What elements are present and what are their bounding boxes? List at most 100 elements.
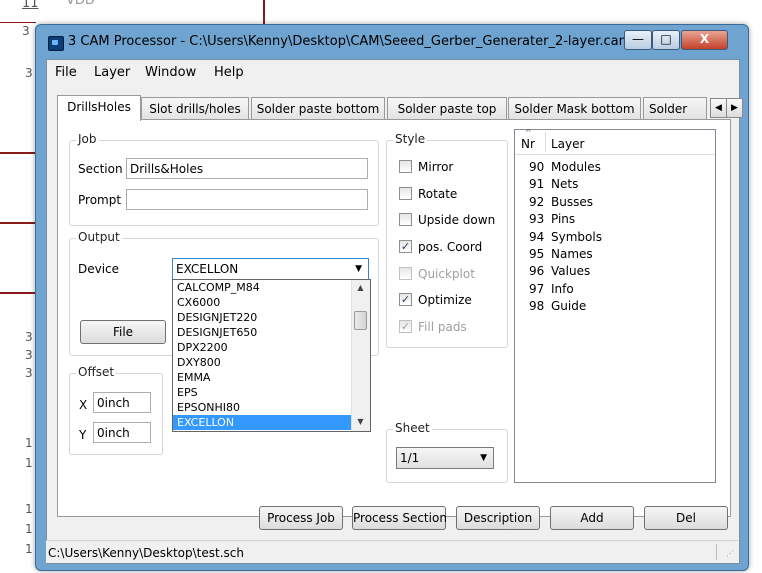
chevron-down-icon: ▼ [480,453,487,463]
device-option[interactable]: EPS [173,385,351,400]
menu-layer[interactable]: Layer [94,65,130,80]
resize-grip-icon[interactable]: ⋰ [726,549,734,558]
schematic-wire [263,0,265,24]
offset-x-label: X [79,398,88,412]
layer-row[interactable]: 90 Modules [515,159,715,176]
section-input[interactable]: Drills&Holes [126,158,368,179]
device-option[interactable]: DESIGNJET220 [173,310,351,325]
tab-solder[interactable]: Solder [643,97,707,119]
scroll-up-icon[interactable]: ▲ [352,280,369,296]
del-button[interactable]: Del [644,506,728,530]
layer-row[interactable]: 94 Symbols [515,229,715,246]
line-number: 3 [25,66,33,80]
tab-solder-mask-bottom[interactable]: Solder Mask bottom [508,97,641,120]
device-option[interactable]: DESIGNJET650 [173,325,351,340]
column-nr[interactable]: Nr [521,137,535,151]
sheet-select[interactable]: 1/1 ▼ [396,447,494,469]
layer-row[interactable]: 95 Names [515,246,715,263]
description-button[interactable]: Description [456,506,540,530]
tab-solder-paste-bottom[interactable]: Solder paste bottom [251,97,385,120]
column-layer[interactable]: Layer [551,137,584,151]
line-number: 1 [25,502,33,516]
status-bar: C:\Users\Kenny\Desktop\test.sch ⋰ [46,540,738,563]
offset-x-input[interactable]: 0inch [93,392,151,413]
mirror-label[interactable]: Mirror [418,160,453,174]
column-separator [545,132,546,152]
close-button[interactable]: X [681,30,728,50]
tab-scroll-left-icon[interactable]: ◀ [710,98,727,118]
status-separator [716,544,717,560]
device-option[interactable]: DXY800 [173,355,351,370]
layer-row[interactable]: 96 Values [515,263,715,280]
process-job-button[interactable]: Process Job [259,506,343,530]
scroll-down-icon[interactable]: ▼ [352,414,369,430]
prompt-label: Prompt [78,193,122,207]
device-option[interactable]: EPSONHI80 [173,400,351,415]
upside-down-label[interactable]: Upside down [418,213,495,227]
add-button[interactable]: Add [550,506,634,530]
job-group-label: Job [76,132,99,146]
offset-group-label: Offset [76,365,117,379]
layer-nr: 91 [529,177,545,191]
schematic-wire [0,152,36,154]
quickplot-checkbox [399,267,412,280]
window-title: 3 CAM Processor - C:\Users\Kenny\Desktop… [68,34,644,49]
layer-nr: 96 [529,264,545,278]
quickplot-label: Quickplot [418,267,475,281]
mirror-checkbox[interactable] [399,160,412,173]
tab-drillsholes[interactable]: DrillsHoles [57,95,141,121]
device-option-selected[interactable]: EXCELLON [173,415,351,430]
scroll-thumb[interactable] [354,311,367,330]
menu-help[interactable]: Help [214,65,244,80]
device-option[interactable]: DPX2200 [173,340,351,355]
layer-nr: 92 [529,195,545,209]
schematic-wire [0,292,36,294]
device-option[interactable]: CALCOMP_M84 [173,280,351,295]
layer-nr: 95 [529,247,545,261]
device-select[interactable]: EXCELLON ▼ [172,258,369,280]
layer-name: Values [551,264,591,278]
output-group-label: Output [76,230,122,244]
layer-name: Info [551,282,574,296]
offset-y-label: Y [79,428,87,442]
process-section-button[interactable]: Process Section [352,506,447,530]
line-number: 11 [22,0,39,11]
pos-coord-label[interactable]: pos. Coord [418,240,482,254]
file-button[interactable]: File [80,320,166,344]
device-dropdown-list: CALCOMP_M84 CX6000 DESIGNJET220 DESIGNJE… [172,279,371,432]
optimize-checkbox[interactable]: ✓ [399,293,412,306]
optimize-label[interactable]: Optimize [418,293,472,307]
tab-scroll: ◀ ▶ [710,98,744,118]
maximize-button[interactable]: □ [652,30,680,50]
tab-slot-drills[interactable]: Slot drills/holes [141,97,249,120]
layer-row[interactable]: 91 Nets [515,176,715,193]
prompt-input[interactable] [126,189,368,210]
tab-solder-paste-top[interactable]: Solder paste top [387,97,507,120]
layer-row[interactable]: 93 Pins [515,211,715,228]
tab-scroll-right-icon[interactable]: ▶ [726,98,743,118]
device-option[interactable]: EMMA [173,370,351,385]
rotate-label[interactable]: Rotate [418,187,457,201]
menu-window[interactable]: Window [145,65,196,80]
layer-row[interactable]: 98 Guide [515,298,715,315]
job-group: Job [69,132,379,226]
fill-pads-checkbox: ✓ [399,320,412,333]
line-number: 1 [25,436,33,450]
status-path: C:\Users\Kenny\Desktop\test.sch [48,546,244,560]
rotate-checkbox[interactable] [399,187,412,200]
layer-name: Modules [551,160,601,174]
layer-row[interactable]: 97 Info [515,281,715,298]
title-bar[interactable]: 3 CAM Processor - C:\Users\Kenny\Desktop… [36,25,748,59]
pos-coord-checkbox[interactable]: ✓ [399,240,412,253]
style-group-label: Style [393,132,428,146]
line-number: 1 [25,522,33,536]
upside-down-checkbox[interactable] [399,213,412,226]
minimize-button[interactable]: — [624,30,652,50]
menu-file[interactable]: File [55,65,77,80]
device-option[interactable]: CX6000 [173,295,351,310]
device-list-scrollbar[interactable]: ▲ ▼ [351,280,370,431]
layer-nr: 97 [529,282,545,296]
offset-y-input[interactable]: 0inch [93,422,151,443]
layer-list[interactable]: ^ Nr Layer 90 Modules 91 Nets 92 Busses 93 P… [514,128,716,483]
layer-row[interactable]: 92 Busses [515,194,715,211]
